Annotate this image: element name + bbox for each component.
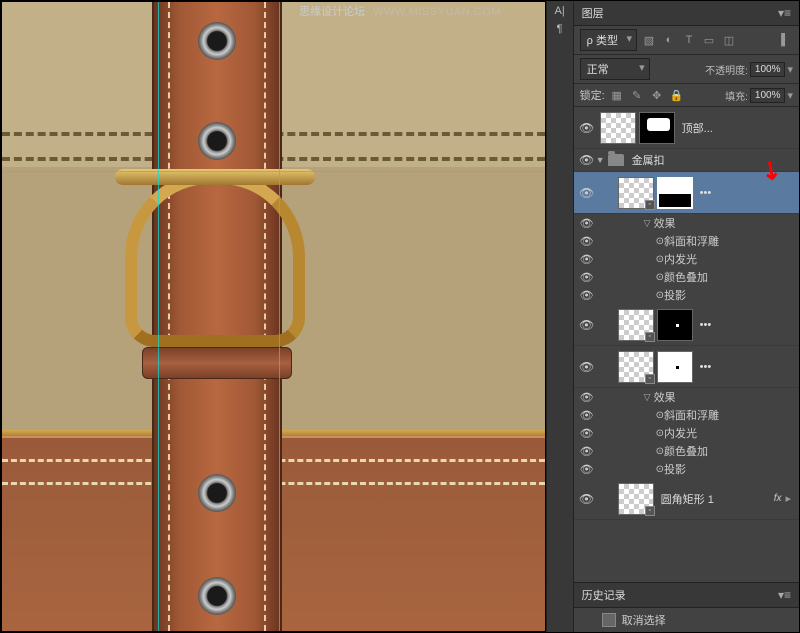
layer-label[interactable]: 顶部... xyxy=(682,120,713,136)
layers-list[interactable]: 👁 顶部... 👁 ▼ 金属扣 👁 ▫ ••• xyxy=(574,107,799,582)
visibility-toggle[interactable]: 👁 xyxy=(578,121,596,135)
lock-pixels-icon[interactable]: ✎ xyxy=(629,87,645,103)
watermark: 思缘设计论坛WWW.MISSYUAN.COM xyxy=(299,3,501,19)
lock-label: 锁定: xyxy=(580,87,605,103)
layer-top[interactable]: 👁 顶部... xyxy=(574,107,799,149)
fx-header[interactable]: 👁 ▽ 效果 xyxy=(574,214,799,232)
layer-thumbnail[interactable] xyxy=(600,112,636,144)
history-list[interactable]: 取消选择 xyxy=(574,608,799,632)
filter-type-dropdown[interactable]: ρ 类型 xyxy=(580,29,637,51)
fx-drop-shadow[interactable]: 👁⊙ 投影 xyxy=(574,286,799,304)
fx-color-overlay[interactable]: 👁⊙ 颜色叠加 xyxy=(574,442,799,460)
lock-position-icon[interactable]: ✥ xyxy=(649,87,665,103)
smart-badge-icon: ▫ xyxy=(645,200,655,210)
opacity-input[interactable]: 100% xyxy=(750,62,786,77)
layer-label[interactable]: 圆角矩形 1 xyxy=(661,491,714,507)
visibility-toggle[interactable]: 👁 xyxy=(578,492,596,506)
history-step-icon xyxy=(602,613,616,627)
folder-icon xyxy=(608,154,624,166)
filter-pixel-icon[interactable]: ▧ xyxy=(641,32,657,48)
group-label[interactable]: 金属扣 xyxy=(632,152,665,168)
visibility-toggle[interactable]: 👁 xyxy=(578,360,596,374)
history-item[interactable]: 取消选择 xyxy=(574,610,799,630)
paragraph-panel-icon[interactable]: ¶ xyxy=(557,23,563,35)
fill-input[interactable]: 100% xyxy=(750,88,786,103)
blend-mode-dropdown[interactable]: 正常 xyxy=(580,58,650,80)
mask-thumbnail[interactable] xyxy=(657,309,693,341)
lock-all-icon[interactable]: 🔒 xyxy=(669,87,685,103)
filter-shape-icon[interactable]: ▭ xyxy=(701,32,717,48)
fx-color-overlay[interactable]: 👁⊙ 颜色叠加 xyxy=(574,268,799,286)
collapsed-panels[interactable]: A| ¶ xyxy=(546,1,574,632)
blend-opacity-row: 正常 不透明度: 100% ▾ xyxy=(574,55,799,84)
visibility-toggle[interactable]: 👁 xyxy=(578,153,596,167)
visibility-toggle[interactable]: 👁 xyxy=(578,318,596,332)
visibility-toggle[interactable]: 👁 xyxy=(578,186,596,200)
layer-selected[interactable]: 👁 ▫ ••• ↘ xyxy=(574,172,799,214)
mask-thumbnail[interactable] xyxy=(639,112,675,144)
panels-area: A| ¶ 图层 ▾≡ ρ 类型 ▧ ◐ T ▭ ◫ ▌ 正常 不透明度: 1 xyxy=(546,1,799,632)
layer-thumbnail[interactable]: ▫ xyxy=(618,177,654,209)
chevron-icon[interactable]: ▸ xyxy=(785,492,795,505)
layers-tab[interactable]: 图层 xyxy=(582,5,604,21)
lock-transparent-icon[interactable]: ▦ xyxy=(609,87,625,103)
fx-bevel[interactable]: 👁⊙ 斜面和浮雕 xyxy=(574,232,799,250)
canvas[interactable] xyxy=(1,1,546,632)
filter-smart-icon[interactable]: ◫ xyxy=(721,32,737,48)
lock-fill-row: 锁定: ▦ ✎ ✥ 🔒 填充: 100% ▾ xyxy=(574,84,799,107)
character-panel-icon[interactable]: A| xyxy=(555,5,565,17)
fill-label: 填充: xyxy=(725,88,748,103)
fx-bevel[interactable]: 👁⊙ 斜面和浮雕 xyxy=(574,406,799,424)
layer-thumbnail[interactable]: ▫ xyxy=(618,351,654,383)
fx-header[interactable]: 👁 ▽ 效果 xyxy=(574,388,799,406)
fx-badge[interactable]: fx xyxy=(774,493,786,504)
history-label: 取消选择 xyxy=(622,612,666,628)
panel-menu-icon[interactable]: ▾≡ xyxy=(778,588,791,602)
history-tab[interactable]: 历史记录 xyxy=(582,587,626,603)
layers-panel-header: 图层 ▾≡ xyxy=(574,1,799,26)
layer-item[interactable]: 👁 ▫ ••• xyxy=(574,304,799,346)
layer-more[interactable]: ••• xyxy=(700,187,712,199)
fx-inner-glow[interactable]: 👁⊙ 内发光 xyxy=(574,250,799,268)
chevron-down-icon[interactable]: ▾ xyxy=(787,89,793,102)
visibility-toggle[interactable]: 👁 xyxy=(578,217,596,230)
buckle xyxy=(110,167,320,362)
workspace: A| ¶ 图层 ▾≡ ρ 类型 ▧ ◐ T ▭ ◫ ▌ 正常 不透明度: 1 xyxy=(1,1,799,632)
layer-thumbnail[interactable]: ▫ xyxy=(618,483,654,515)
layer-item[interactable]: 👁 ▫ ••• xyxy=(574,346,799,388)
chevron-down-icon[interactable]: ▾ xyxy=(787,63,793,76)
history-panel-header: 历史记录 ▾≡ xyxy=(574,582,799,608)
filter-type-icon[interactable]: T xyxy=(681,32,697,48)
panel-menu-icon[interactable]: ▾≡ xyxy=(778,6,791,20)
layer-thumbnail[interactable]: ▫ xyxy=(618,309,654,341)
mask-thumbnail[interactable] xyxy=(657,351,693,383)
fx-inner-glow[interactable]: 👁⊙ 内发光 xyxy=(574,424,799,442)
layer-rounded-rect[interactable]: 👁 ▫ 圆角矩形 1 fx ▸ xyxy=(574,478,799,520)
collapse-toggle[interactable]: ▼ xyxy=(596,155,605,165)
layer-filter-row: ρ 类型 ▧ ◐ T ▭ ◫ ▌ xyxy=(574,26,799,55)
filter-adjust-icon[interactable]: ◐ xyxy=(661,32,677,48)
mask-thumbnail[interactable] xyxy=(657,177,693,209)
fx-drop-shadow[interactable]: 👁⊙ 投影 xyxy=(574,460,799,478)
filter-toggle[interactable]: ▌ xyxy=(777,32,793,48)
opacity-label: 不透明度: xyxy=(705,62,748,77)
